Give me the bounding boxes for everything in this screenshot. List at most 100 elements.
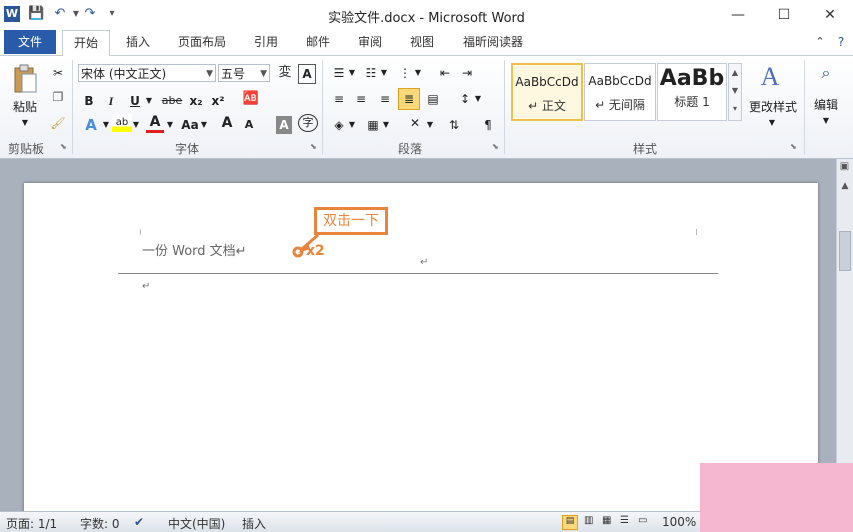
- draft-view-icon[interactable]: ▭: [638, 515, 647, 526]
- change-styles-icon[interactable]: A: [752, 62, 788, 92]
- enclose-characters-icon[interactable]: 字: [298, 114, 318, 132]
- underline-button[interactable]: U: [126, 92, 144, 110]
- language-indicator[interactable]: 中文(中国): [168, 515, 225, 532]
- clipboard-launcher-icon[interactable]: ⬊: [60, 142, 67, 151]
- text-effects-icon[interactable]: A: [80, 116, 102, 134]
- styles-launcher-icon[interactable]: ⬊: [790, 142, 797, 151]
- vertical-scrollbar[interactable]: ▲ ▣: [836, 159, 853, 511]
- bold-button[interactable]: B: [80, 92, 98, 110]
- style-normal[interactable]: AaBbCcDd ↵ 正文: [511, 63, 583, 121]
- editing-dropdown-icon[interactable]: ▼: [820, 112, 832, 130]
- tab-file[interactable]: 文件: [4, 30, 56, 54]
- cut-icon[interactable]: ✂: [50, 64, 66, 82]
- font-name-combo[interactable]: 宋体 (中文正文) ▼: [78, 64, 216, 82]
- character-shading-icon[interactable]: A: [276, 116, 292, 134]
- change-styles-dropdown-icon[interactable]: ▼: [766, 114, 778, 132]
- collapse-ribbon-icon[interactable]: ⌃: [812, 30, 828, 54]
- style-sample: AaBbCcDd: [515, 75, 579, 89]
- binoculars-icon[interactable]: ⌕: [814, 64, 838, 82]
- distributed-icon[interactable]: ▤: [424, 90, 442, 108]
- page-count[interactable]: 页面: 1/1: [6, 515, 57, 532]
- chinese-layout-icon[interactable]: ✕: [404, 114, 426, 132]
- numbering-icon[interactable]: ☷: [362, 64, 380, 82]
- scroll-thumb[interactable]: [839, 231, 851, 271]
- print-layout-icon[interactable]: ▤: [562, 515, 578, 530]
- borders-dropdown-icon[interactable]: ▼: [382, 116, 390, 134]
- tab-mailings[interactable]: 邮件: [298, 30, 338, 54]
- phonetic-guide-icon[interactable]: 変: [274, 64, 296, 82]
- font-color-icon[interactable]: A: [146, 114, 164, 133]
- maximize-button[interactable]: ☐: [764, 4, 804, 26]
- tab-page-layout[interactable]: 页面布局: [170, 30, 234, 54]
- subscript-button[interactable]: x₂: [186, 92, 206, 110]
- tab-view[interactable]: 视图: [402, 30, 442, 54]
- align-left-icon[interactable]: ≡: [330, 90, 348, 108]
- tab-foxit-reader[interactable]: 福昕阅读器: [454, 30, 532, 54]
- style-heading-1[interactable]: AaBb 标题 1: [657, 63, 727, 121]
- bullets-dropdown-icon[interactable]: ▼: [348, 64, 356, 82]
- increase-indent-icon[interactable]: ⇥: [458, 64, 476, 82]
- paragraph-mark: ↵: [420, 257, 429, 268]
- text-effects-dropdown-icon[interactable]: ▼: [102, 116, 110, 134]
- shading-dropdown-icon[interactable]: ▼: [348, 116, 356, 134]
- styles-gallery-scroll[interactable]: ▲ ▼ ▾: [728, 63, 742, 121]
- web-layout-icon[interactable]: ▦: [602, 515, 611, 526]
- scroll-up-icon[interactable]: ▲: [839, 181, 851, 193]
- paragraph-launcher-icon[interactable]: ⬊: [492, 142, 499, 151]
- change-case-button[interactable]: Aa: [180, 116, 200, 134]
- document-page[interactable]: 一份 Word 文档↵ ↵ ↵ 双击一下 x2: [24, 183, 818, 523]
- header-text[interactable]: 一份 Word 文档↵: [142, 240, 247, 259]
- style-sample: AaBbCcDd: [588, 74, 652, 88]
- bullets-icon[interactable]: ☰: [330, 64, 348, 82]
- chinese-layout-dropdown-icon[interactable]: ▼: [426, 116, 434, 134]
- tab-review[interactable]: 审阅: [350, 30, 390, 54]
- multilevel-list-icon[interactable]: ⋮: [396, 64, 414, 82]
- minimize-button[interactable]: —: [718, 4, 758, 26]
- zoom-level[interactable]: 100%: [662, 515, 696, 529]
- ruler-toggle-icon[interactable]: ▣: [837, 161, 852, 175]
- multilevel-dropdown-icon[interactable]: ▼: [414, 64, 422, 82]
- highlight-icon[interactable]: ab: [112, 114, 132, 132]
- line-spacing-icon[interactable]: ↕: [456, 90, 474, 108]
- line-spacing-dropdown-icon[interactable]: ▼: [474, 90, 482, 108]
- tab-home[interactable]: 开始: [62, 30, 110, 57]
- highlight-dropdown-icon[interactable]: ▼: [132, 116, 140, 134]
- strikethrough-button[interactable]: abe: [160, 92, 184, 110]
- sort-icon[interactable]: ⇅: [446, 116, 462, 134]
- numbering-dropdown-icon[interactable]: ▼: [380, 64, 388, 82]
- change-case-dropdown-icon[interactable]: ▼: [200, 116, 208, 134]
- insert-mode-indicator[interactable]: 插入: [242, 515, 266, 532]
- proofing-icon[interactable]: ✔: [134, 515, 144, 529]
- font-size-combo[interactable]: 五号 ▼: [218, 64, 270, 82]
- double-click-callout: 双击一下: [314, 207, 388, 235]
- character-border-icon[interactable]: A: [298, 64, 316, 84]
- word-count[interactable]: 字数: 0: [80, 515, 120, 532]
- grow-font-button[interactable]: A: [220, 114, 234, 132]
- align-right-icon[interactable]: ≡: [376, 90, 394, 108]
- paste-dropdown-icon[interactable]: ▼: [18, 114, 32, 132]
- close-button[interactable]: ✕: [810, 4, 850, 26]
- font-color-dropdown-icon[interactable]: ▼: [166, 116, 174, 134]
- font-launcher-icon[interactable]: ⬊: [310, 142, 317, 151]
- italic-button[interactable]: I: [102, 92, 120, 110]
- shrink-font-button[interactable]: A: [242, 116, 256, 134]
- copy-icon[interactable]: ❐: [50, 88, 66, 106]
- underline-dropdown-icon[interactable]: ▼: [144, 92, 154, 110]
- help-icon[interactable]: ?: [832, 30, 850, 54]
- show-marks-icon[interactable]: ¶: [480, 116, 496, 134]
- style-no-spacing[interactable]: AaBbCcDd ↵ 无间隔: [584, 63, 656, 121]
- tab-references[interactable]: 引用: [246, 30, 286, 54]
- borders-icon[interactable]: ▦: [364, 116, 382, 134]
- outline-view-icon[interactable]: ☰: [620, 515, 629, 526]
- align-center-icon[interactable]: ≡: [352, 90, 370, 108]
- clear-formatting-icon[interactable]: 🆎: [240, 90, 262, 108]
- paste-icon[interactable]: [12, 64, 38, 94]
- full-screen-reading-icon[interactable]: ▥: [584, 515, 593, 526]
- shading-icon[interactable]: ◈: [330, 116, 348, 134]
- decrease-indent-icon[interactable]: ⇤: [436, 64, 454, 82]
- superscript-button[interactable]: x²: [208, 92, 228, 110]
- margin-corner-mark: [140, 229, 141, 235]
- format-painter-icon[interactable]: 🖌: [50, 114, 66, 132]
- justify-icon[interactable]: ≣: [398, 88, 420, 110]
- tab-insert[interactable]: 插入: [118, 30, 158, 54]
